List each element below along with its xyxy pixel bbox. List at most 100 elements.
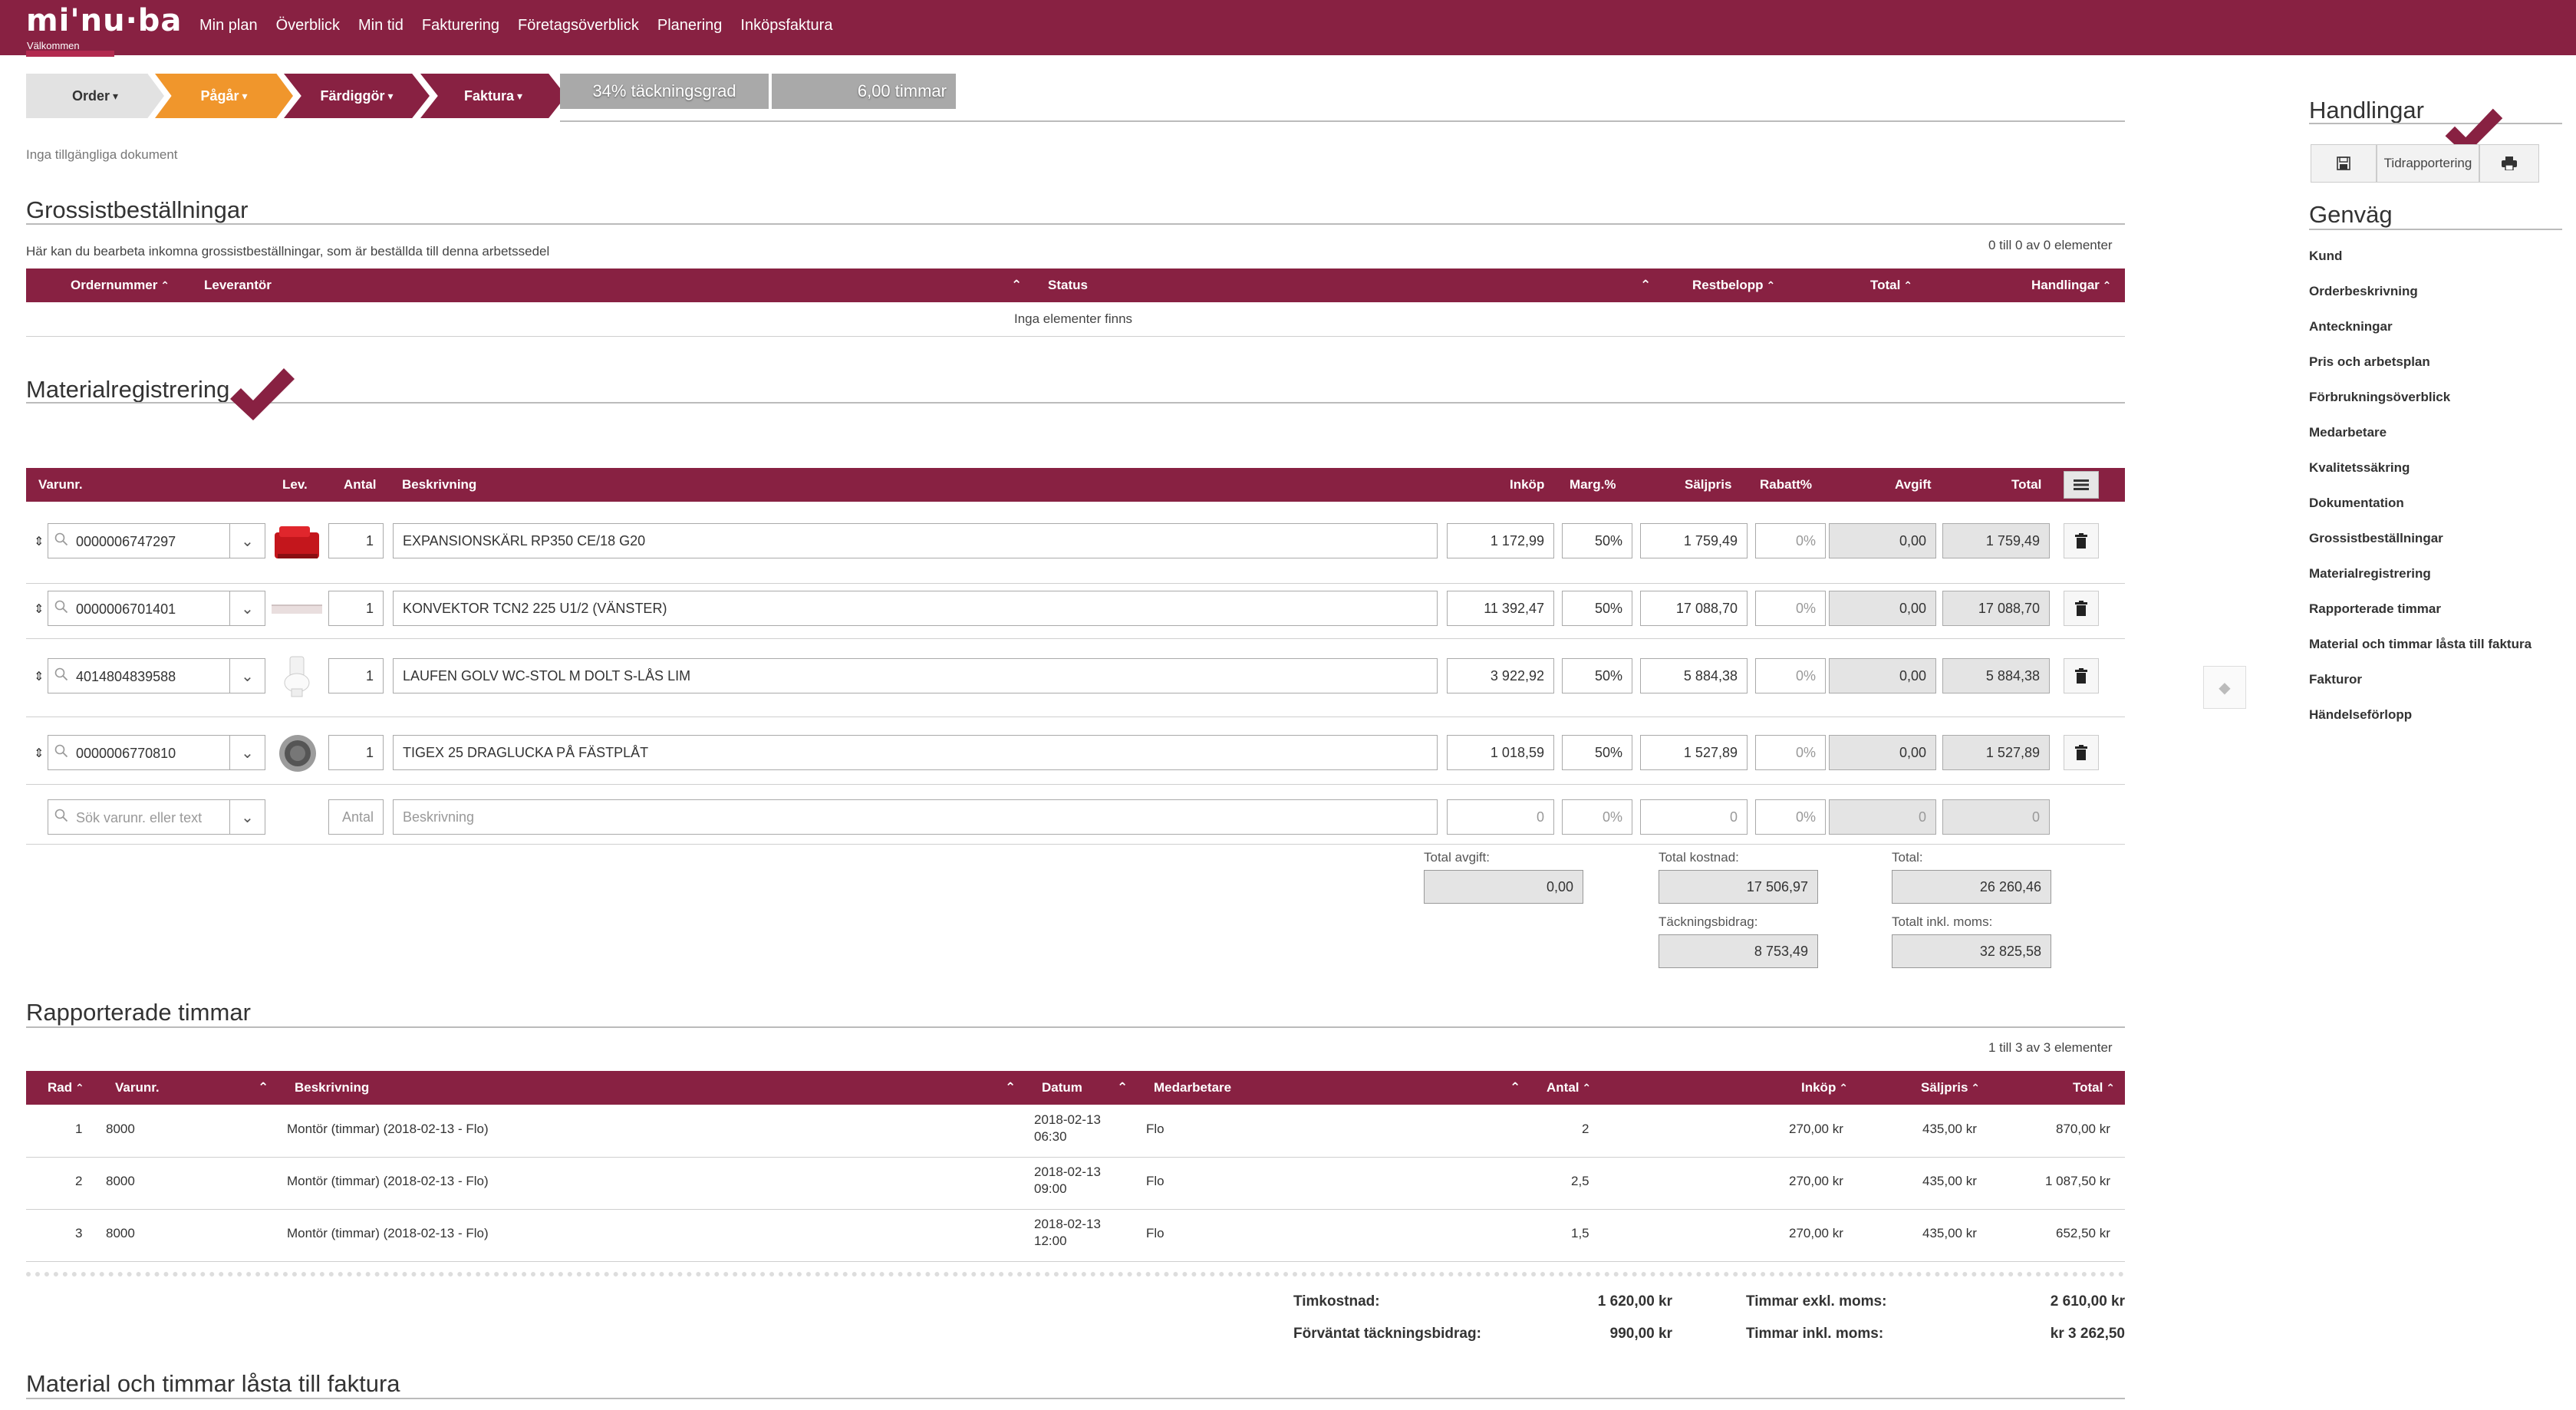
- beskrivning-input[interactable]: Beskrivning: [393, 799, 1438, 835]
- chevron-down-icon[interactable]: ⌄: [229, 591, 265, 625]
- chevron-down-icon[interactable]: ⌄: [229, 659, 265, 693]
- drag-handle-icon[interactable]: ⇕: [34, 534, 44, 549]
- delete-button[interactable]: [2064, 735, 2099, 770]
- saljpris-input[interactable]: 1 527,89: [1640, 735, 1748, 770]
- beskrivning-input[interactable]: KONVEKTOR TCN2 225 U1/2 (VÄNSTER): [393, 591, 1438, 626]
- rabatt-input[interactable]: 0%: [1755, 799, 1826, 835]
- shortcut-dokumentation[interactable]: Dokumentation: [2309, 496, 2404, 511]
- delete-button[interactable]: [2064, 591, 2099, 626]
- antal-input[interactable]: 1: [328, 658, 384, 693]
- varunr-combobox[interactable]: 0000006770810 ⌄: [48, 735, 265, 770]
- chevron-down-icon[interactable]: ⌄: [229, 524, 265, 558]
- delete-button[interactable]: [2064, 658, 2099, 693]
- shortcut-materialregistrering[interactable]: Materialregistrering: [2309, 566, 2431, 581]
- saljpris-input[interactable]: 0: [1640, 799, 1748, 835]
- antal-input[interactable]: 1: [328, 523, 384, 558]
- shortcut-grossistbestallningar[interactable]: Grossistbeställningar: [2309, 531, 2443, 546]
- shortcut-material-timmar-lasta[interactable]: Material och timmar låsta till faktura: [2309, 637, 2532, 652]
- inkop-input[interactable]: 1 172,99: [1447, 523, 1554, 558]
- rabatt-input[interactable]: 0%: [1755, 523, 1826, 558]
- marg-input[interactable]: 0%: [1562, 799, 1632, 835]
- col-total[interactable]: Total: [2073, 1080, 2115, 1095]
- shortcut-kvalitetssakring[interactable]: Kvalitetssäkring: [2309, 460, 2410, 476]
- col-datum[interactable]: Datum: [1042, 1080, 1082, 1095]
- marg-input[interactable]: 50%: [1562, 735, 1632, 770]
- col-beskrivning[interactable]: Beskrivning: [295, 1080, 369, 1095]
- shortcut-anteckningar[interactable]: Anteckningar: [2309, 319, 2393, 334]
- column-menu-button[interactable]: [2064, 471, 2099, 499]
- sort-icon[interactable]: ⌃: [1011, 278, 1022, 293]
- search-product-combobox[interactable]: Sök varunr. eller text ⌄: [48, 799, 265, 835]
- chevron-down-icon[interactable]: ⌄: [229, 800, 265, 834]
- sort-icon[interactable]: ⌃: [258, 1080, 268, 1095]
- shortcut-orderbeskrivning[interactable]: Orderbeskrivning: [2309, 284, 2418, 299]
- col-inkop[interactable]: Inköp: [1801, 1080, 1848, 1095]
- delete-button[interactable]: [2064, 523, 2099, 558]
- shortcut-medarbetare[interactable]: Medarbetare: [2309, 425, 2387, 440]
- nav-fakturering[interactable]: Fakturering: [422, 17, 499, 35]
- shortcut-handelseforlopp[interactable]: Händelseförlopp: [2309, 707, 2412, 723]
- varunr-combobox[interactable]: 0000006701401 ⌄: [48, 591, 265, 626]
- col-rad[interactable]: Rad: [48, 1080, 84, 1095]
- col-leverantor[interactable]: Leverantör: [204, 278, 272, 293]
- rabatt-input[interactable]: 0%: [1755, 591, 1826, 626]
- print-button[interactable]: [2479, 144, 2539, 183]
- beskrivning-input[interactable]: TIGEX 25 DRAGLUCKA PÅ FÄSTPLÅT: [393, 735, 1438, 770]
- nav-min-plan[interactable]: Min plan: [199, 17, 258, 35]
- sort-icon[interactable]: ⌃: [1510, 1080, 1520, 1095]
- antal-input[interactable]: Antal: [328, 799, 384, 835]
- drag-handle-icon[interactable]: ⇕: [34, 746, 44, 761]
- nav-min-tid[interactable]: Min tid: [358, 17, 404, 35]
- beskrivning-input[interactable]: EXPANSIONSKÄRL RP350 CE/18 G20: [393, 523, 1438, 558]
- saljpris-input[interactable]: 17 088,70: [1640, 591, 1748, 626]
- varunr-combobox[interactable]: 4014804839588 ⌄: [48, 658, 265, 693]
- step-pagar[interactable]: Pågår: [155, 74, 293, 118]
- tidrapportering-button[interactable]: Tidrapportering: [2377, 144, 2479, 183]
- shortcut-fakturor[interactable]: Fakturor: [2309, 672, 2362, 687]
- nav-overblick[interactable]: Överblick: [276, 17, 340, 35]
- col-saljpris[interactable]: Säljpris: [1921, 1080, 1980, 1095]
- col-handlingar[interactable]: Handlingar: [2031, 278, 2111, 293]
- col-status[interactable]: Status: [1048, 278, 1088, 293]
- col-medarbetare[interactable]: Medarbetare: [1154, 1080, 1231, 1095]
- nav-inkopsfaktura[interactable]: Inköpsfaktura: [740, 17, 832, 35]
- shortcut-kund[interactable]: Kund: [2309, 249, 2342, 264]
- step-faktura[interactable]: Faktura: [420, 74, 566, 118]
- shortcut-forbrukningsoverblick[interactable]: Förbrukningsöverblick: [2309, 390, 2450, 405]
- sort-icon[interactable]: ⌃: [1005, 1080, 1016, 1095]
- sort-icon[interactable]: ⌃: [1117, 1080, 1128, 1095]
- sort-icon[interactable]: ⌃: [1640, 278, 1651, 293]
- marg-input[interactable]: 50%: [1562, 658, 1632, 693]
- saljpris-input[interactable]: 5 884,38: [1640, 658, 1748, 693]
- varunr-combobox[interactable]: 0000006747297 ⌄: [48, 523, 265, 558]
- col-antal[interactable]: Antal: [1547, 1080, 1591, 1095]
- nav-foretagsoverblick[interactable]: Företagsöverblick: [518, 17, 639, 35]
- drag-handle-icon[interactable]: ⇕: [34, 669, 44, 684]
- rabatt-input[interactable]: 0%: [1755, 735, 1826, 770]
- col-ordernummer[interactable]: Ordernummer: [71, 278, 170, 293]
- beskrivning-input[interactable]: LAUFEN GOLV WC-STOL M DOLT S-LÅS LIM: [393, 658, 1438, 693]
- minuba-logo[interactable]: mi'nu·ba: [26, 3, 182, 38]
- marg-input[interactable]: 50%: [1562, 523, 1632, 558]
- nav-planering[interactable]: Planering: [657, 17, 723, 35]
- col-varunr[interactable]: Varunr.: [115, 1080, 160, 1095]
- inkop-input[interactable]: 3 922,92: [1447, 658, 1554, 693]
- step-order[interactable]: Order: [26, 74, 164, 118]
- antal-input[interactable]: 1: [328, 735, 384, 770]
- antal-input[interactable]: 1: [328, 591, 384, 626]
- rabatt-input[interactable]: 0%: [1755, 658, 1826, 693]
- col-restbelopp[interactable]: Restbelopp: [1692, 278, 1775, 293]
- saljpris-input[interactable]: 1 759,49: [1640, 523, 1748, 558]
- marg-input[interactable]: 50%: [1562, 591, 1632, 626]
- save-button[interactable]: [2311, 144, 2377, 183]
- chevron-down-icon[interactable]: ⌄: [229, 736, 265, 769]
- inkop-input[interactable]: 1 018,59: [1447, 735, 1554, 770]
- shortcut-rapporterade-timmar[interactable]: Rapporterade timmar: [2309, 601, 2441, 617]
- drag-handle-icon[interactable]: ⇕: [34, 601, 44, 617]
- shortcut-pris-arbetsplan[interactable]: Pris och arbetsplan: [2309, 354, 2430, 370]
- inkop-input[interactable]: 11 392,47: [1447, 591, 1554, 626]
- col-total[interactable]: Total: [1870, 278, 1912, 293]
- step-fardiggor[interactable]: Färdiggör: [284, 74, 430, 118]
- inkop-input[interactable]: 0: [1447, 799, 1554, 835]
- scroll-top-button[interactable]: ◆: [2203, 666, 2246, 709]
